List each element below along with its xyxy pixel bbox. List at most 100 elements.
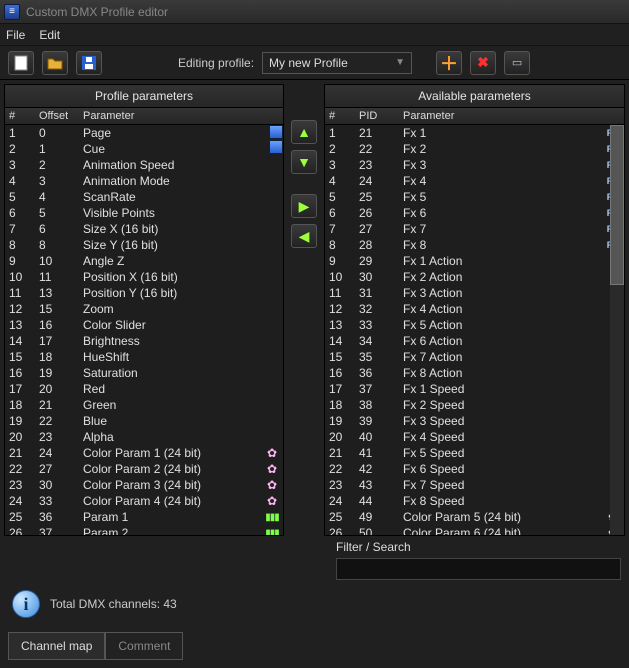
left-header-idx[interactable]: # xyxy=(5,108,35,124)
move-left-button[interactable]: ◀ xyxy=(291,224,317,248)
left-header-offset[interactable]: Offset xyxy=(35,108,79,124)
open-button[interactable] xyxy=(42,51,68,75)
left-table-body[interactable]: 10Page21Cue32Animation Speed43Animation … xyxy=(5,125,283,535)
right-header-idx[interactable]: # xyxy=(325,108,355,124)
table-row[interactable]: 1720Red xyxy=(5,381,283,397)
table-row[interactable]: 1417Brightness xyxy=(5,333,283,349)
table-row[interactable]: 2023Alpha xyxy=(5,429,283,445)
right-header-param[interactable]: Parameter xyxy=(399,108,602,124)
table-row[interactable]: 2141Fx 5 Speed xyxy=(325,445,624,461)
right-scrollbar[interactable] xyxy=(610,125,624,535)
profile-combo[interactable]: My new Profile ▼ xyxy=(262,52,412,74)
row-param: Color Param 6 (24 bit) xyxy=(399,524,602,535)
table-row[interactable]: 21Cue xyxy=(5,141,283,157)
table-row[interactable]: 1636Fx 8 Action xyxy=(325,365,624,381)
table-row[interactable]: 2444Fx 8 Speed xyxy=(325,493,624,509)
table-row[interactable]: 1922Blue xyxy=(5,413,283,429)
left-header-param[interactable]: Parameter xyxy=(79,108,283,124)
table-row[interactable]: 32Animation Speed xyxy=(5,157,283,173)
table-row[interactable]: 929Fx 1 Action xyxy=(325,253,624,269)
right-panel-title: Available parameters xyxy=(325,85,624,108)
table-row[interactable]: 1821Green xyxy=(5,397,283,413)
table-row[interactable]: 1011Position X (16 bit) xyxy=(5,269,283,285)
save-icon xyxy=(82,56,96,70)
table-row[interactable]: 323Fx 3FX xyxy=(325,157,624,173)
filter-input[interactable] xyxy=(336,558,621,580)
table-row[interactable]: 525Fx 5FX xyxy=(325,189,624,205)
table-row[interactable]: 1737Fx 1 Speed xyxy=(325,381,624,397)
right-header-pid[interactable]: PID xyxy=(355,108,399,124)
scrollbar-thumb[interactable] xyxy=(269,125,283,139)
table-row[interactable]: 1232Fx 4 Action xyxy=(325,301,624,317)
flower-icon: ✿ xyxy=(267,478,277,492)
table-row[interactable]: 2343Fx 7 Speed xyxy=(325,477,624,493)
move-down-button[interactable]: ▼ xyxy=(291,150,317,174)
new-button[interactable] xyxy=(8,51,34,75)
table-row[interactable]: 1535Fx 7 Action xyxy=(325,349,624,365)
move-buttons-column: ▲ ▼ ▶ ◀ xyxy=(288,80,320,540)
table-row[interactable]: 88Size Y (16 bit) xyxy=(5,237,283,253)
table-row[interactable]: 1838Fx 2 Speed xyxy=(325,397,624,413)
left-scrollbar[interactable] xyxy=(269,125,283,155)
table-row[interactable]: 828Fx 8FX xyxy=(325,237,624,253)
table-row[interactable]: 1939Fx 3 Speed xyxy=(325,413,624,429)
table-row[interactable]: 54ScanRate xyxy=(5,189,283,205)
menu-edit[interactable]: Edit xyxy=(39,28,60,42)
table-row[interactable]: 1215Zoom xyxy=(5,301,283,317)
table-row[interactable]: 1316Color Slider xyxy=(5,317,283,333)
table-row[interactable]: 1434Fx 6 Action xyxy=(325,333,624,349)
row-pid: 50 xyxy=(355,524,399,535)
table-row[interactable]: 1131Fx 3 Action xyxy=(325,285,624,301)
bottom-tabs: Channel map Comment xyxy=(0,628,629,668)
table-row[interactable]: 2650Color Param 6 (24 bit)✿ xyxy=(325,525,624,535)
table-row[interactable]: 2536Param 1▮▮▮ xyxy=(5,509,283,525)
rename-profile-button[interactable]: ▭ xyxy=(504,51,530,75)
table-row[interactable]: 2433Color Param 4 (24 bit)✿ xyxy=(5,493,283,509)
table-row[interactable]: 2549Color Param 5 (24 bit)✿ xyxy=(325,509,624,525)
scrollbar-thumb[interactable] xyxy=(269,140,283,154)
table-row[interactable]: 1333Fx 5 Action xyxy=(325,317,624,333)
table-row[interactable]: 2124Color Param 1 (24 bit)✿ xyxy=(5,445,283,461)
folder-icon xyxy=(47,56,63,70)
flower-icon: ✿ xyxy=(267,494,277,508)
filter-label: Filter / Search xyxy=(336,540,621,554)
available-parameters-panel: Available parameters # PID Parameter 121… xyxy=(324,84,625,536)
x-icon: ✖ xyxy=(477,54,489,71)
add-profile-button[interactable]: ＋ xyxy=(436,51,462,75)
flower-icon: ✿ xyxy=(267,462,277,476)
menubar: File Edit xyxy=(0,24,629,46)
table-row[interactable]: 626Fx 6FX xyxy=(325,205,624,221)
main-area: Profile parameters # Offset Parameter 10… xyxy=(0,80,629,540)
menu-file[interactable]: File xyxy=(6,28,25,42)
table-row[interactable]: 424Fx 4FX xyxy=(325,173,624,189)
tab-channel-map[interactable]: Channel map xyxy=(8,632,105,660)
right-table-body[interactable]: 121Fx 1FX222Fx 2FX323Fx 3FX424Fx 4FX525F… xyxy=(325,125,624,535)
table-row[interactable]: 1113Position Y (16 bit) xyxy=(5,285,283,301)
table-row[interactable]: 1619Saturation xyxy=(5,365,283,381)
table-row[interactable]: 2040Fx 4 Speed xyxy=(325,429,624,445)
table-row[interactable]: 1518HueShift xyxy=(5,349,283,365)
table-row[interactable]: 2227Color Param 2 (24 bit)✿ xyxy=(5,461,283,477)
info-icon: i xyxy=(12,590,40,618)
table-row[interactable]: 910Angle Z xyxy=(5,253,283,269)
table-row[interactable]: 65Visible Points xyxy=(5,205,283,221)
delete-profile-button[interactable]: ✖ xyxy=(470,51,496,75)
move-up-button[interactable]: ▲ xyxy=(291,120,317,144)
move-right-button[interactable]: ▶ xyxy=(291,194,317,218)
tab-comment[interactable]: Comment xyxy=(105,632,183,660)
table-row[interactable]: 2637Param 2▮▮▮ xyxy=(5,525,283,535)
table-row[interactable]: 2330Color Param 3 (24 bit)✿ xyxy=(5,477,283,493)
save-button[interactable] xyxy=(76,51,102,75)
table-row[interactable]: 121Fx 1FX xyxy=(325,125,624,141)
table-row[interactable]: 10Page xyxy=(5,125,283,141)
table-row[interactable]: 76Size X (16 bit) xyxy=(5,221,283,237)
arrow-up-icon: ▲ xyxy=(297,124,311,140)
table-row[interactable]: 1030Fx 2 Action xyxy=(325,269,624,285)
table-row[interactable]: 222Fx 2FX xyxy=(325,141,624,157)
scrollbar-thumb[interactable] xyxy=(610,125,624,285)
table-row[interactable]: 727Fx 7FX xyxy=(325,221,624,237)
table-row[interactable]: 43Animation Mode xyxy=(5,173,283,189)
chevron-down-icon: ▼ xyxy=(395,57,405,68)
bars-icon: ▮▮▮ xyxy=(265,528,279,536)
table-row[interactable]: 2242Fx 6 Speed xyxy=(325,461,624,477)
